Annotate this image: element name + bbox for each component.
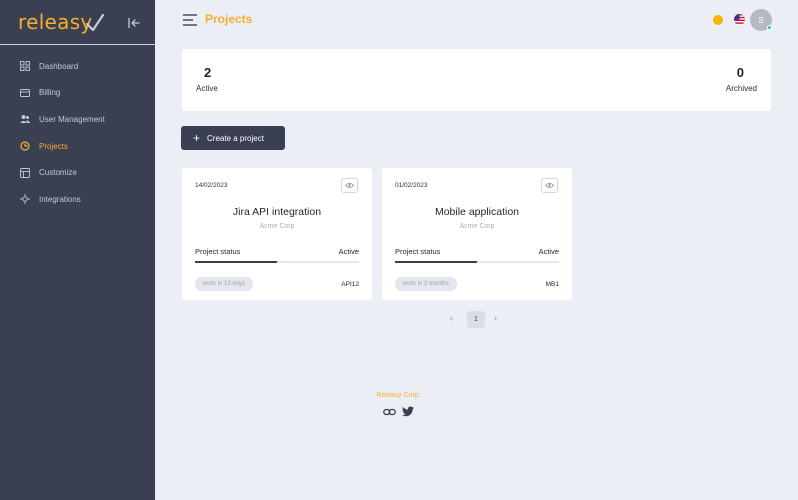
active-count: 2: [204, 65, 212, 80]
eye-icon: [545, 182, 554, 189]
sidebar-item-label: Projects: [39, 141, 68, 151]
project-progress-fill: [195, 261, 277, 263]
menu-toggle-icon[interactable]: [183, 14, 198, 26]
archived-count: 0: [736, 65, 744, 80]
view-project-button[interactable]: [541, 178, 558, 193]
logo-check-icon: [86, 13, 104, 32]
project-name: Mobile application: [434, 206, 520, 218]
project-date: 14/02/2023: [195, 182, 228, 189]
sidebar-item-label: User Management: [39, 114, 105, 124]
sidebar-item-label: Billing: [39, 88, 61, 98]
twitter-icon[interactable]: [402, 406, 414, 417]
project-status-value: Active: [538, 247, 559, 256]
project-company: Acme Corp: [259, 223, 295, 230]
project-status-label: Project status: [195, 247, 241, 256]
us-flag-icon[interactable]: [734, 14, 745, 25]
project-company: Acme Corp: [459, 223, 495, 230]
avatar-initial: S: [758, 15, 764, 25]
sidebar-item-integrations[interactable]: Integrations: [0, 186, 155, 213]
project-status-value: Active: [338, 247, 359, 256]
project-code: API12: [341, 281, 359, 288]
project-progress-bar: [395, 261, 559, 263]
pagination-page-button[interactable]: 1: [467, 311, 485, 328]
page-title: Projects: [205, 12, 253, 26]
users-icon: [20, 115, 30, 124]
create-project-button[interactable]: + Create a project: [181, 126, 285, 150]
create-project-label: Create a project: [207, 133, 264, 143]
sidebar-item-projects[interactable]: Projects: [0, 133, 155, 160]
project-status-label: Project status: [395, 247, 441, 256]
sidebar-item-billing[interactable]: Billing: [0, 80, 155, 107]
view-project-button[interactable]: [341, 178, 358, 193]
logo: releasy: [18, 10, 93, 34]
project-date: 01/02/2023: [395, 182, 428, 189]
project-code: MB1: [545, 281, 559, 288]
integrations-icon: [20, 194, 30, 205]
project-progress-bar: [195, 261, 359, 263]
project-stats-card: 2 Active 0 Archived: [182, 49, 771, 111]
sidebar-item-label: Customize: [39, 168, 77, 178]
online-status-dot: [767, 25, 772, 30]
project-progress-fill: [395, 261, 477, 263]
project-card[interactable]: 01/02/2023 Mobile application Acme Corp …: [382, 168, 572, 300]
project-name: Jira API integration: [232, 206, 322, 218]
sidebar-item-customize[interactable]: Customize: [0, 159, 155, 186]
footer-company: Releasy Corp.: [376, 392, 421, 399]
sidebar-item-label: Dashboard: [39, 61, 79, 71]
plus-icon: +: [193, 131, 201, 145]
sidebar-item-dashboard[interactable]: Dashboard: [0, 53, 155, 80]
active-label: Active: [196, 84, 218, 93]
archived-label: Archived: [725, 84, 757, 93]
sidebar-item-user-management[interactable]: User Management: [0, 106, 155, 133]
link-icon[interactable]: [383, 407, 396, 417]
project-due-badge: ends in 2 months: [395, 277, 457, 291]
customize-icon: [20, 167, 30, 178]
pagination-next-button[interactable]: ›: [494, 313, 497, 323]
project-due-badge: ends in 13 days: [195, 277, 254, 291]
eye-icon: [345, 182, 354, 189]
sidebar-nav: Dashboard Billing User Management Projec…: [0, 53, 155, 213]
theme-toggle-sun-icon[interactable]: [713, 15, 723, 25]
projects-icon: [20, 141, 30, 151]
pagination-prev-button[interactable]: ‹: [450, 313, 453, 323]
sidebar: releasy Dashboard Billing User Managemen…: [0, 0, 155, 500]
billing-icon: [20, 88, 30, 97]
dashboard-icon: [20, 61, 30, 72]
collapse-sidebar-icon[interactable]: [127, 16, 141, 30]
sidebar-item-label: Integrations: [39, 194, 81, 204]
brand: releasy: [0, 0, 155, 45]
project-card[interactable]: 14/02/2023 Jira API integration Acme Cor…: [182, 168, 372, 300]
